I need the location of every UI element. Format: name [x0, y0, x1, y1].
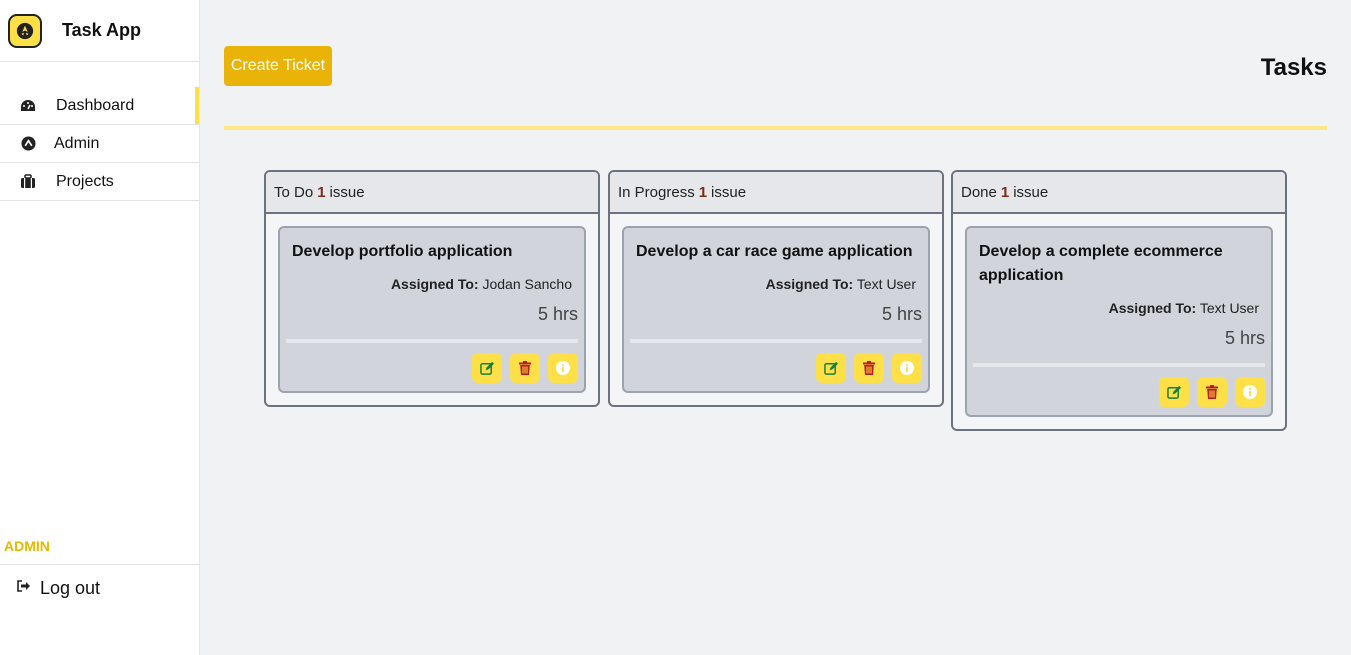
info-icon [556, 361, 570, 375]
issue-unit: issue [1013, 183, 1049, 201]
card-actions [636, 353, 922, 383]
logout-button[interactable]: Log out [0, 564, 200, 612]
issue-unit: issue [329, 183, 365, 201]
column-name: To Do [274, 183, 314, 201]
assignee-name: Jodan Sancho [482, 276, 572, 292]
delete-button[interactable] [510, 353, 540, 383]
column-header: To Do 1 issue [266, 172, 598, 214]
sidebar: Task App Dashboard Admin Projects ADMIN … [0, 0, 200, 655]
edit-button[interactable] [816, 353, 846, 383]
task-card[interactable]: Develop a complete ecommerce application… [965, 226, 1273, 417]
task-title: Develop a complete ecommerce application [979, 243, 1223, 284]
column-name: Done [961, 183, 997, 201]
column-body: Develop portfolio application Assigned T… [266, 214, 598, 405]
issue-count: 1 [698, 183, 708, 201]
task-hours: 5 hrs [881, 304, 922, 324]
task-title: Develop portfolio application [292, 243, 513, 260]
edit-icon [1166, 385, 1181, 399]
assigned-label: Assigned To: [765, 276, 854, 292]
admin-icon [19, 135, 37, 153]
info-button[interactable] [892, 353, 922, 383]
assigned-label: Assigned To: [1108, 300, 1197, 316]
info-button[interactable] [548, 353, 578, 383]
page-title: Tasks [1260, 54, 1327, 81]
dashboard-icon [19, 97, 37, 115]
column-header: In Progress 1 issue [610, 172, 942, 214]
column-done: Done 1 issue Develop a complete ecommerc… [951, 170, 1287, 431]
sidebar-item-label: Projects [56, 172, 114, 190]
column-name: In Progress [618, 183, 695, 201]
app-title: Task App [62, 20, 142, 40]
edit-button[interactable] [1159, 377, 1189, 407]
card-actions [292, 353, 578, 383]
task-card[interactable]: Develop portfolio application Assigned T… [278, 226, 586, 393]
edit-button[interactable] [472, 353, 502, 383]
task-card[interactable]: Develop a car race game application Assi… [622, 226, 930, 393]
edit-icon [823, 361, 838, 375]
info-icon [900, 361, 914, 375]
logout-label: Log out [40, 578, 101, 598]
issue-count: 1 [1000, 183, 1010, 201]
assignee-name: Text User [1199, 300, 1259, 316]
card-divider [286, 339, 578, 343]
card-divider [973, 363, 1265, 367]
sidebar-item-label: Admin [54, 134, 100, 152]
info-icon [1243, 385, 1257, 399]
trash-icon [863, 361, 875, 375]
sidebar-item-label: Dashboard [56, 96, 135, 114]
header-divider [224, 126, 1327, 130]
sidebar-nav: Dashboard Admin Projects [0, 87, 199, 201]
briefcase-icon [19, 173, 37, 191]
trash-icon [519, 361, 531, 375]
task-assignee: Assigned To: Text User [636, 276, 922, 292]
task-hours: 5 hrs [537, 304, 578, 324]
delete-button[interactable] [1197, 377, 1227, 407]
info-button[interactable] [1235, 377, 1265, 407]
column-todo: To Do 1 issue Develop portfolio applicat… [264, 170, 600, 407]
task-hours: 5 hrs [1224, 328, 1265, 348]
column-in-progress: In Progress 1 issue Develop a car race g… [608, 170, 944, 407]
column-body: Develop a complete ecommerce application… [953, 214, 1285, 429]
assigned-label: Assigned To: [390, 276, 479, 292]
column-header: Done 1 issue [953, 172, 1285, 214]
assignee-name: Text User [856, 276, 916, 292]
edit-icon [479, 361, 494, 375]
delete-button[interactable] [854, 353, 884, 383]
card-divider [630, 339, 922, 343]
sidebar-item-dashboard[interactable]: Dashboard [0, 87, 199, 125]
card-actions [979, 377, 1265, 407]
task-assignee: Assigned To: Jodan Sancho [292, 276, 578, 292]
create-ticket-button[interactable]: Create Ticket [224, 46, 332, 86]
sidebar-item-projects[interactable]: Projects [0, 163, 199, 201]
logout-icon [16, 579, 32, 598]
task-title: Develop a car race game application [636, 243, 913, 260]
brand: Task App [0, 0, 199, 62]
trash-icon [1206, 385, 1218, 399]
issue-count: 1 [317, 183, 326, 201]
app-logo-icon [8, 13, 42, 48]
issue-unit: issue [711, 183, 747, 201]
user-role-label: ADMIN [4, 538, 50, 554]
column-body: Develop a car race game application Assi… [610, 214, 942, 405]
sidebar-item-admin[interactable]: Admin [0, 125, 199, 163]
task-assignee: Assigned To: Text User [979, 300, 1265, 316]
